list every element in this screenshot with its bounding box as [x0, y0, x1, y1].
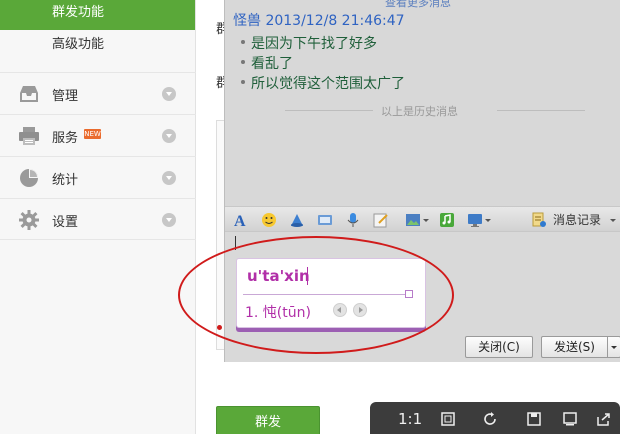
printer-icon [19, 127, 39, 145]
message-line: 是因为下午找了好多 [241, 33, 377, 53]
font-icon[interactable]: A [233, 212, 249, 228]
sidebar-item-label: 设置 [52, 215, 79, 230]
zoom-level[interactable]: 1:1 [398, 410, 422, 428]
image-viewer-toolbar: 1:1 [370, 402, 620, 434]
chevron-down-icon [611, 346, 617, 349]
chevron-down-icon[interactable] [162, 129, 176, 143]
close-button[interactable]: 关闭(C) [465, 336, 533, 358]
edit-note-icon[interactable] [373, 212, 389, 228]
send-options-button[interactable] [607, 336, 620, 358]
microphone-icon[interactable] [345, 212, 361, 228]
chevron-down-icon[interactable] [422, 212, 430, 228]
ime-prev-page-icon[interactable] [333, 303, 347, 317]
chevron-down-icon[interactable] [162, 87, 176, 101]
music-icon[interactable] [439, 212, 455, 228]
gallery-icon[interactable] [562, 411, 578, 427]
chevron-down-icon[interactable] [609, 212, 617, 228]
ime-cursor [307, 267, 308, 285]
send-button[interactable]: 发送(S) [541, 336, 607, 358]
required-dot [217, 325, 222, 330]
mass-send-button[interactable]: 群发 [216, 406, 320, 434]
chevron-down-icon[interactable] [162, 171, 176, 185]
save-icon[interactable] [526, 411, 542, 427]
sidebar-item-label: 统计 [52, 173, 79, 188]
ime-resize-handle[interactable] [405, 290, 413, 298]
fit-screen-icon[interactable] [440, 411, 456, 427]
ime-candidate-popup: u'ta'xin 1. 忳(tūn) [236, 258, 426, 328]
message-history: 查看更多消息 怪兽 2013/12/8 21:46:47 是因为下午找了好多 看… [225, 0, 620, 206]
ime-composition: u'ta'xin [247, 267, 310, 285]
image-icon[interactable] [405, 212, 421, 228]
rotate-icon[interactable] [482, 411, 498, 427]
chat-footer: 关闭(C) 发送(S) [225, 330, 620, 362]
chevron-down-icon[interactable] [162, 213, 176, 227]
sidebar-item-label: 服务 [52, 131, 79, 146]
sidebar: 群发功能 高级功能 管理 服务 NEW 统计 设置 [0, 0, 196, 434]
chevron-down-icon[interactable] [484, 212, 492, 228]
ime-divider [243, 294, 405, 295]
screenshot-icon[interactable] [317, 212, 333, 228]
sidebar-item-advanced[interactable]: 高级功能 [0, 30, 195, 60]
ime-candidate[interactable]: 1. 忳(tūn) [245, 302, 311, 322]
message-sender: 怪兽 2013/12/8 21:46:47 [233, 13, 405, 29]
screen-share-icon[interactable] [467, 212, 483, 228]
sidebar-item-service[interactable]: 服务 NEW [0, 114, 196, 156]
pie-chart-icon [20, 169, 38, 187]
message-record-icon[interactable] [531, 212, 547, 228]
share-icon[interactable] [596, 411, 612, 427]
inbox-icon [20, 86, 38, 102]
more-messages-link[interactable]: 查看更多消息 [385, 0, 451, 10]
message-line: 所以觉得这个范围太广了 [241, 73, 405, 93]
sidebar-item-manage[interactable]: 管理 [0, 72, 196, 114]
svg-text:A: A [234, 213, 246, 228]
ime-next-page-icon[interactable] [353, 303, 367, 317]
new-badge: NEW [84, 129, 101, 139]
text-caret [235, 236, 236, 250]
sidebar-item-label: 管理 [52, 89, 79, 104]
sidebar-item-statistics[interactable]: 统计 [0, 156, 196, 198]
gear-icon [19, 210, 39, 230]
sidebar-item-mass-send[interactable]: 群发功能 [0, 0, 195, 30]
vibrate-icon[interactable] [289, 212, 305, 228]
history-divider-label: 以上是历史消息 [381, 105, 458, 118]
chat-toolbar: A 消息记录 [225, 206, 620, 232]
emoji-icon[interactable] [261, 212, 277, 228]
message-line: 看乱了 [241, 53, 293, 73]
sidebar-item-settings[interactable]: 设置 [0, 198, 196, 240]
message-record-button[interactable]: 消息记录 [553, 211, 601, 228]
